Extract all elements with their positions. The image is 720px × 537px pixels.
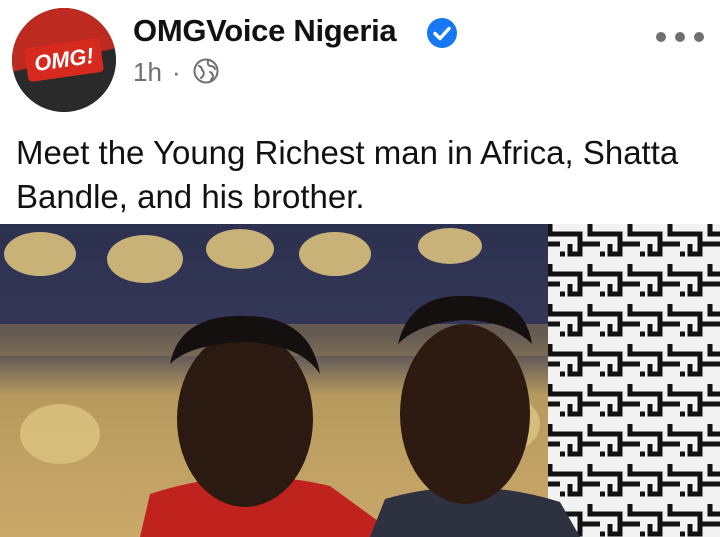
post-photo[interactable] xyxy=(0,224,720,537)
avatar[interactable]: OMG! xyxy=(12,8,116,112)
verified-badge-icon xyxy=(427,18,457,48)
more-options-icon[interactable] xyxy=(656,30,704,44)
meta-separator: · xyxy=(172,57,181,87)
page-name[interactable]: OMGVoice Nigeria xyxy=(133,13,397,49)
post-timestamp[interactable]: 1h xyxy=(133,57,162,88)
globe-icon xyxy=(193,58,219,84)
post-caption: Meet the Young Richest man in Africa, Sh… xyxy=(16,134,679,215)
post-header: OMG! OMGVoice Nigeria 1h · xyxy=(0,0,720,118)
